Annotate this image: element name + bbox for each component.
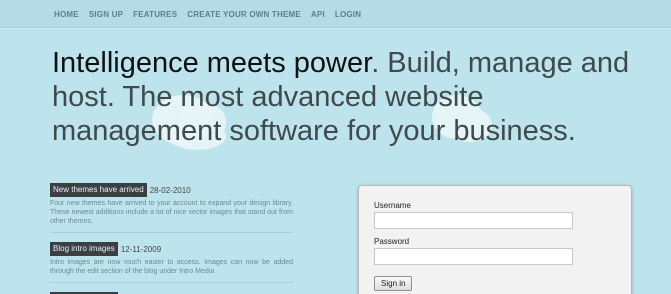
news-item-title[interactable]: Blog intro images (50, 242, 118, 256)
password-label: Password (374, 237, 410, 246)
top-navigation: HOME SIGN UP FEATURES CREATE YOUR OWN TH… (0, 0, 671, 28)
news-item-date: 12-11-2009 (120, 244, 162, 254)
nav-login[interactable]: LOGIN (335, 10, 361, 19)
news-item-date: 28-02-2010 (149, 185, 191, 195)
news-list: New themes have arrived 28-02-2010 Four … (50, 183, 293, 294)
news-item-header: Blog intro images 12-11-2009 (50, 242, 293, 256)
page: HOME SIGN UP FEATURES CREATE YOUR OWN TH… (0, 0, 671, 294)
hero-headline: Intelligence meets power. Build, manage … (52, 46, 652, 148)
login-form: Username Password Sign in (358, 185, 632, 294)
nav-sign-up[interactable]: SIGN UP (89, 10, 123, 19)
news-item-title[interactable]: New themes have arrived (50, 183, 147, 197)
news-item: Blog intro images 12-11-2009 Intro image… (50, 242, 293, 283)
news-item-body: Intro images are now much easier to acce… (50, 259, 293, 275)
password-field[interactable] (374, 248, 573, 265)
news-item-body: Four new themes have arrived to your acc… (50, 200, 293, 225)
nav-home[interactable]: HOME (54, 10, 79, 19)
nav-create-theme[interactable]: CREATE YOUR OWN THEME (187, 10, 301, 19)
news-item-header: New themes have arrived 28-02-2010 (50, 183, 293, 197)
nav-api[interactable]: API (311, 10, 325, 19)
news-item: New themes have arrived 28-02-2010 Four … (50, 183, 293, 233)
hero-headline-strong: Intelligence meets power (52, 47, 372, 79)
username-field[interactable] (374, 212, 573, 229)
sign-in-button[interactable]: Sign in (374, 276, 413, 291)
nav-features[interactable]: FEATURES (133, 10, 177, 19)
username-label: Username (374, 201, 411, 210)
nav-menu: HOME SIGN UP FEATURES CREATE YOUR OWN TH… (0, 0, 671, 28)
